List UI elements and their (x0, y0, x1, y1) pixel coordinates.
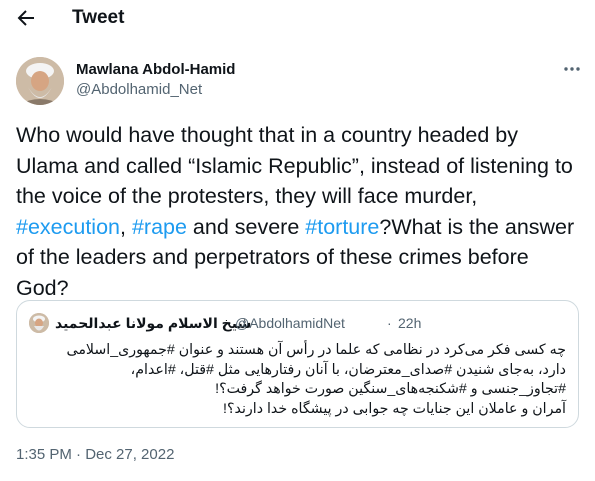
author-name[interactable]: Mawlana Abdol-Hamid (76, 61, 235, 78)
quoted-text-line: چه کسی فکر می‌کرد در نظامی که علما در رأ… (66, 342, 567, 358)
quoted-author-handle: @AbdolhamidNet (235, 315, 345, 331)
more-options-icon[interactable] (562, 60, 582, 78)
quoted-author-name: شیخ الاسلام مولانا عبدالحمید (55, 315, 252, 331)
quoted-tweet[interactable]: شیخ الاسلام مولانا عبدالحمید @Abdolhamid… (16, 300, 579, 428)
hashtag-execution[interactable]: #execution (16, 215, 120, 239)
author-handle[interactable]: @Abdolhamid_Net (76, 81, 202, 98)
quoted-time: 22h (398, 315, 422, 331)
tweet-timestamp[interactable]: 1:35 PM · Dec 27, 2022 (16, 446, 174, 463)
tweet-text-part: Who would have thought that in a country… (16, 123, 573, 208)
page-title: Tweet (72, 7, 125, 28)
separator-dot: · (387, 315, 392, 331)
quoted-author-avatar (29, 313, 49, 333)
top-bar: Tweet (0, 0, 595, 36)
author-avatar[interactable] (16, 57, 64, 105)
quoted-tweet-text: چه کسی فکر می‌کرد در نظامی که علما در رأ… (29, 341, 567, 419)
quoted-text-line: #تجاوز_جنسی و #شکنجه‌های_سنگین صورت خواه… (215, 381, 566, 397)
hashtag-torture[interactable]: #torture (305, 215, 379, 239)
quoted-text-line: آمران و عاملان این جنایات چه جوابی در پی… (223, 400, 566, 417)
tweet-text: Who would have thought that in a country… (16, 120, 582, 303)
tweet-text-part: , (120, 214, 132, 239)
tweet-text-part: and severe (186, 214, 306, 239)
quoted-tweet-header: شیخ الاسلام مولانا عبدالحمید @Abdolhamid… (29, 313, 569, 333)
hashtag-rape[interactable]: #rape (132, 215, 187, 239)
quoted-text-line: دارد، به‌جای شنیدن #صدای_معترضان، با آنا… (130, 361, 566, 378)
arrow-left-icon[interactable] (14, 6, 38, 30)
